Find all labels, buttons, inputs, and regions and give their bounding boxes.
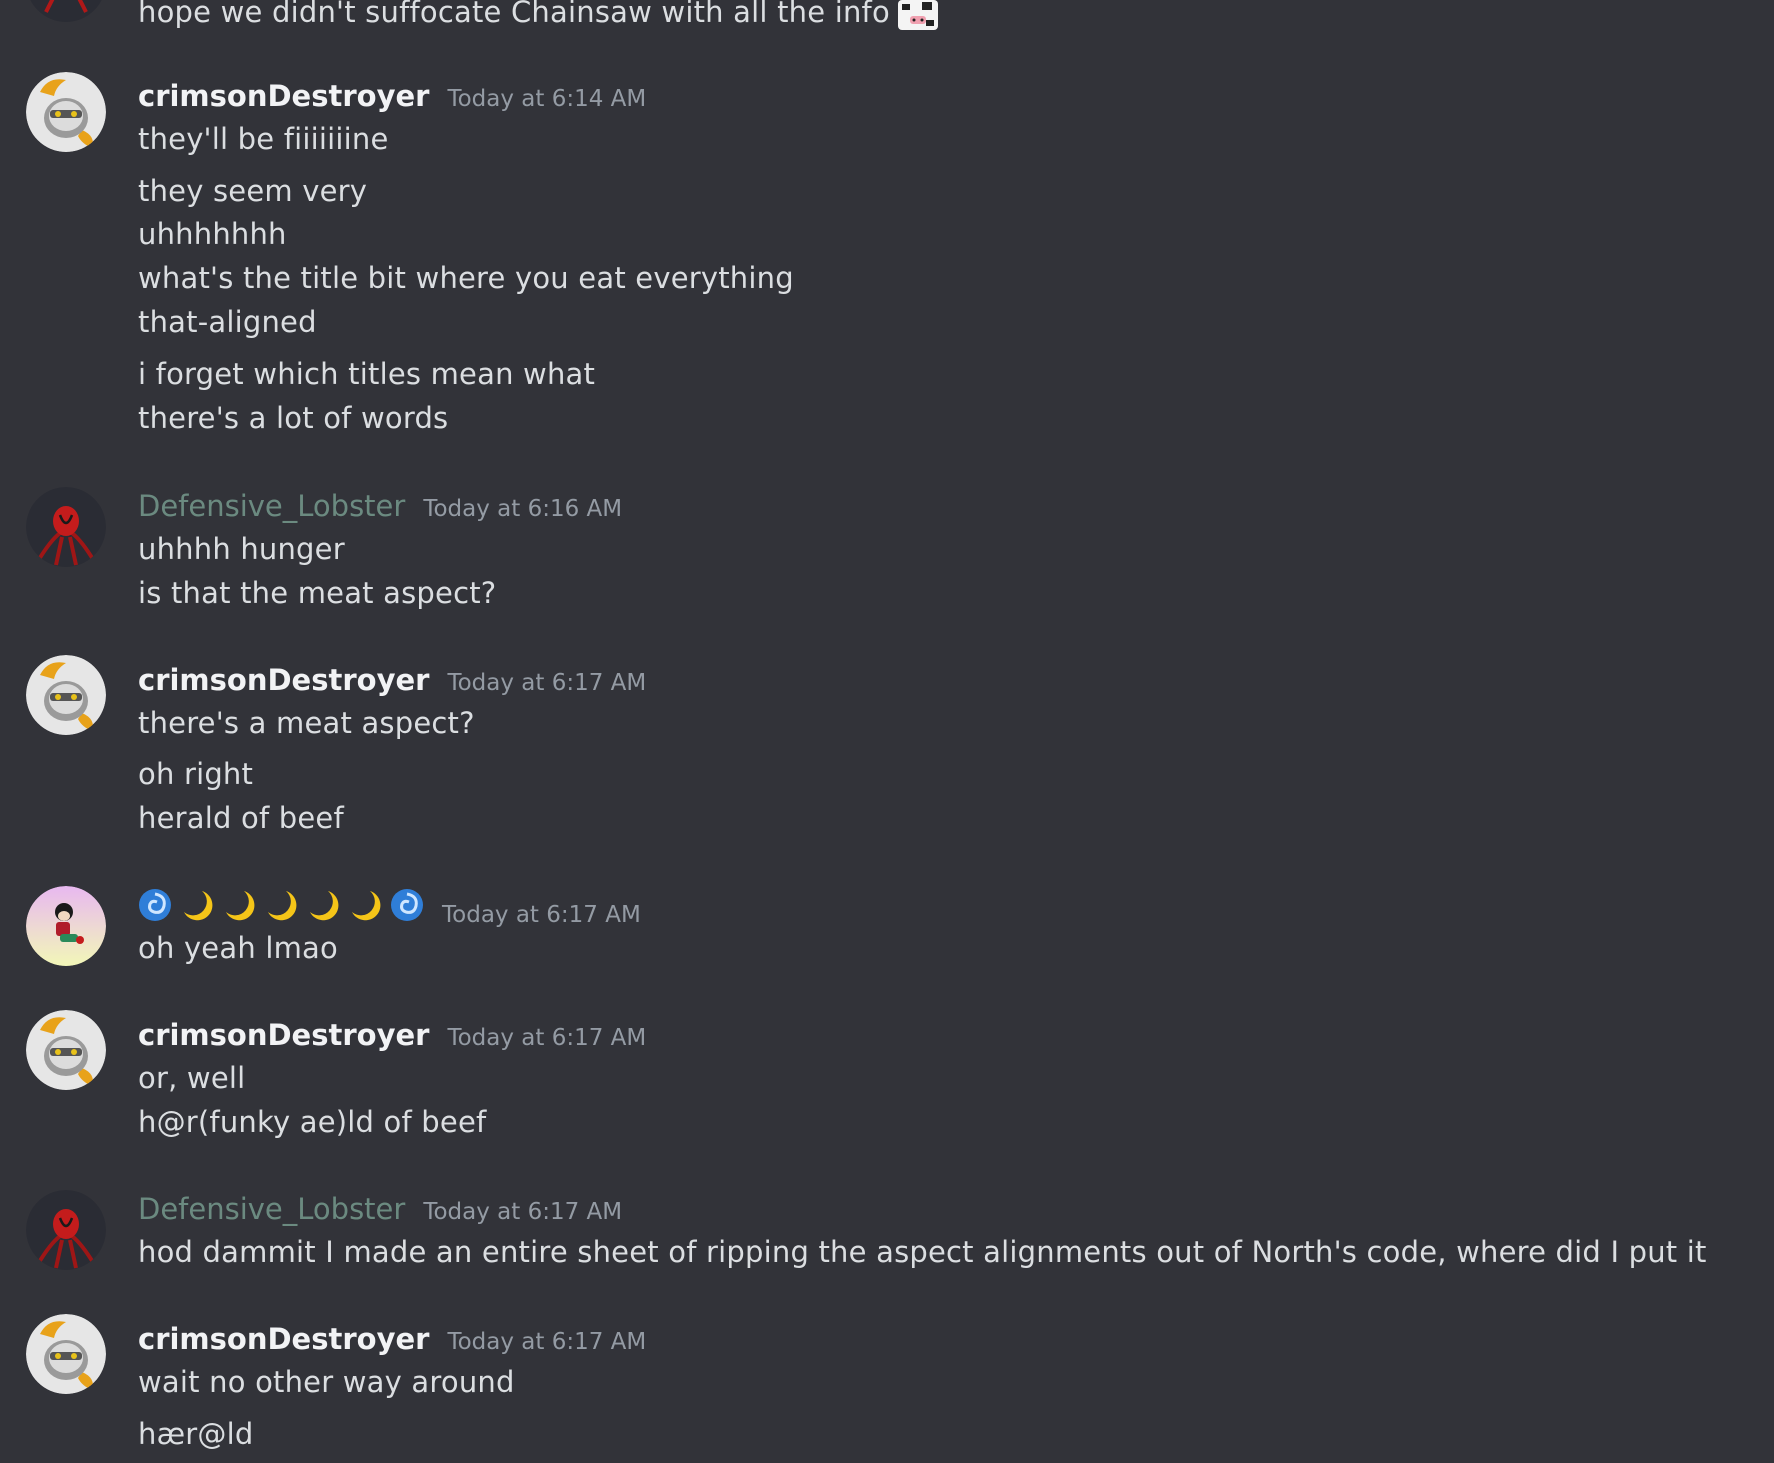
girl-avatar-icon[interactable] bbox=[26, 886, 106, 966]
message-line: uhhhhhhh bbox=[138, 217, 287, 251]
timestamp[interactable]: Today at 6:17 AM bbox=[447, 663, 646, 703]
message-line: that-aligned bbox=[138, 305, 317, 339]
message-line: uhhhh hunger bbox=[138, 532, 345, 566]
message-line: hær@ld bbox=[138, 1417, 254, 1451]
message-header: Today at 6:17 AM bbox=[138, 885, 641, 928]
message-header: Defensive_Lobster Today at 6:17 AM bbox=[138, 1189, 622, 1229]
message-line: there's a meat aspect? bbox=[138, 706, 475, 740]
message-line: herald of beef bbox=[138, 801, 344, 835]
username[interactable]: crimsonDestroyer bbox=[138, 76, 429, 116]
timestamp[interactable]: Today at 6:17 AM bbox=[447, 1018, 646, 1058]
cow-sticker-icon bbox=[897, 0, 938, 30]
message-header: crimsonDestroyer Today at 6:17 AM bbox=[138, 660, 646, 700]
username[interactable]: crimsonDestroyer bbox=[138, 660, 429, 700]
crescent-moon-icon bbox=[268, 891, 297, 921]
cyclone-icon bbox=[391, 889, 423, 921]
lobster-avatar-icon[interactable] bbox=[26, 487, 106, 567]
username[interactable]: Defensive_Lobster bbox=[138, 1189, 405, 1229]
chat-message-list[interactable]: hope we didn't suffocate Chainsaw with a… bbox=[0, 0, 1774, 1463]
timestamp[interactable]: Today at 6:17 AM bbox=[423, 1192, 622, 1232]
message-header: Defensive_Lobster Today at 6:16 AM bbox=[138, 486, 622, 526]
crescent-moon-icon bbox=[184, 891, 213, 921]
message-line: hope we didn't suffocate Chainsaw with a… bbox=[138, 0, 940, 32]
message-line: there's a lot of words bbox=[138, 401, 449, 435]
crimson-avatar-icon[interactable] bbox=[26, 72, 106, 152]
username[interactable]: crimsonDestroyer bbox=[138, 1319, 429, 1359]
lobster-avatar-icon[interactable] bbox=[26, 0, 106, 22]
message-line: hod dammit I made an entire sheet of rip… bbox=[138, 1235, 1707, 1269]
message-line: what's the title bit where you eat every… bbox=[138, 261, 794, 295]
timestamp[interactable]: Today at 6:17 AM bbox=[442, 895, 641, 935]
crescent-moon-icon bbox=[226, 891, 255, 921]
username[interactable]: Defensive_Lobster bbox=[138, 486, 405, 526]
message-line: they'll be fiiiiiiine bbox=[138, 122, 389, 156]
message-text: hope we didn't suffocate Chainsaw with a… bbox=[138, 0, 890, 29]
message-line: oh yeah lmao bbox=[138, 931, 338, 965]
crimson-avatar-icon[interactable] bbox=[26, 1314, 106, 1394]
message-header: crimsonDestroyer Today at 6:17 AM bbox=[138, 1319, 646, 1359]
crimson-avatar-icon[interactable] bbox=[26, 655, 106, 735]
username-emoji-group[interactable] bbox=[138, 885, 424, 925]
message-line: wait no other way around bbox=[138, 1365, 515, 1399]
cyclone-icon bbox=[139, 889, 171, 921]
message-line: h@r(funky ae)ld of beef bbox=[138, 1105, 487, 1139]
message-line: i forget which titles mean what bbox=[138, 357, 596, 391]
crescent-moon-icon bbox=[310, 891, 339, 921]
message-line: oh right bbox=[138, 757, 254, 791]
message-line: they seem very bbox=[138, 174, 368, 208]
message-header: crimsonDestroyer Today at 6:17 AM bbox=[138, 1015, 646, 1055]
lobster-avatar-icon[interactable] bbox=[26, 1190, 106, 1270]
crimson-avatar-icon[interactable] bbox=[26, 1010, 106, 1090]
message-header: crimsonDestroyer Today at 6:14 AM bbox=[138, 76, 646, 116]
message-line: is that the meat aspect? bbox=[138, 576, 497, 610]
timestamp[interactable]: Today at 6:16 AM bbox=[423, 489, 622, 529]
timestamp[interactable]: Today at 6:17 AM bbox=[447, 1322, 646, 1362]
timestamp[interactable]: Today at 6:14 AM bbox=[447, 79, 646, 119]
message-line: or, well bbox=[138, 1061, 246, 1095]
crescent-moon-icon bbox=[352, 891, 381, 921]
username[interactable]: crimsonDestroyer bbox=[138, 1015, 429, 1055]
